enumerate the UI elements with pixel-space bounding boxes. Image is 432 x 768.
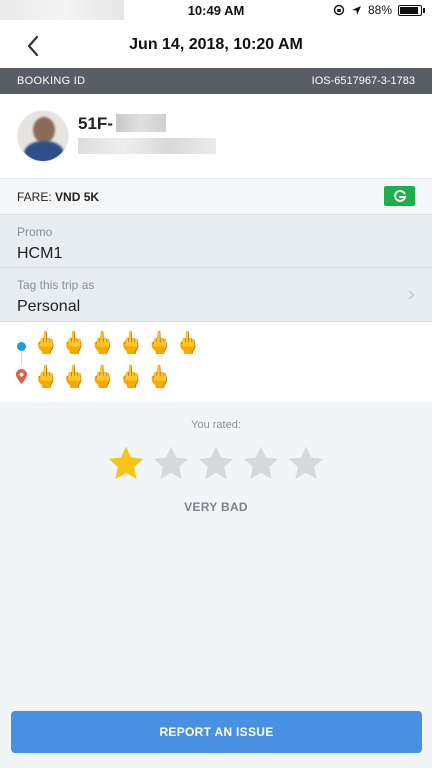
- chevron-right-icon: [408, 290, 415, 300]
- dropoff-address: 🖕🖕🖕🖕🖕: [32, 364, 174, 389]
- status-indicators: 88%: [333, 3, 425, 17]
- dropoff-pin-icon: [16, 369, 27, 384]
- battery-percent: 88%: [367, 3, 392, 17]
- vehicle-info-blurred: [78, 138, 216, 154]
- payment-badge: [384, 186, 415, 206]
- driver-section: 51F-: [0, 94, 432, 178]
- star-empty-icon: [243, 446, 279, 479]
- star-empty-icon: [153, 446, 189, 479]
- grab-logo-icon: [393, 189, 406, 202]
- star-empty-icon: [198, 446, 234, 479]
- pickup-address: 🖕🖕🖕🖕🖕🖕: [32, 330, 203, 355]
- star-empty-icon: [288, 446, 324, 479]
- location-arrow-icon: [351, 5, 361, 15]
- booking-id: IOS-6517967-3-1783: [311, 75, 415, 87]
- rating-section: You rated: VERY BAD: [0, 402, 432, 702]
- pickup-dot-icon: [17, 342, 26, 351]
- rating-word: VERY BAD: [184, 500, 248, 514]
- plate-blurred: [116, 114, 166, 132]
- driver-plate: 51F-: [78, 114, 113, 133]
- booking-bar: BOOKING ID IOS-6517967-3-1783: [0, 68, 432, 94]
- star-rating: [0, 444, 432, 484]
- route-section: 🖕🖕🖕🖕🖕🖕 🖕🖕🖕🖕🖕: [0, 322, 432, 402]
- promo-label: Promo: [17, 225, 53, 239]
- report-issue-button[interactable]: REPORT AN ISSUE: [11, 711, 422, 753]
- fare-text: FARE: VND 5K: [17, 190, 99, 204]
- battery-fill: [400, 6, 418, 14]
- rotation-lock-icon: [333, 4, 345, 16]
- star-filled-icon: [108, 446, 144, 479]
- fare-value: VND 5K: [55, 190, 100, 204]
- booking-label: BOOKING ID: [17, 75, 86, 87]
- driver-avatar: [17, 110, 69, 162]
- battery-icon: [398, 4, 425, 16]
- tag-label: Tag this trip as: [17, 278, 95, 292]
- tag-value: Personal: [17, 298, 81, 315]
- status-bar: 10:49 AM 88%: [0, 0, 432, 24]
- promo-value: HCM1: [17, 245, 63, 262]
- fare-row: FARE: VND 5K: [0, 178, 432, 214]
- promo-row: Promo HCM1: [0, 214, 432, 268]
- route-line: [21, 353, 22, 365]
- tag-trip-row[interactable]: Tag this trip as Personal: [0, 268, 432, 322]
- page-title: Jun 14, 2018, 10:20 AM: [129, 36, 303, 53]
- fare-label: FARE:: [17, 190, 52, 204]
- nav-bar: Jun 14, 2018, 10:20 AM: [0, 24, 432, 68]
- rated-label: You rated:: [191, 419, 241, 431]
